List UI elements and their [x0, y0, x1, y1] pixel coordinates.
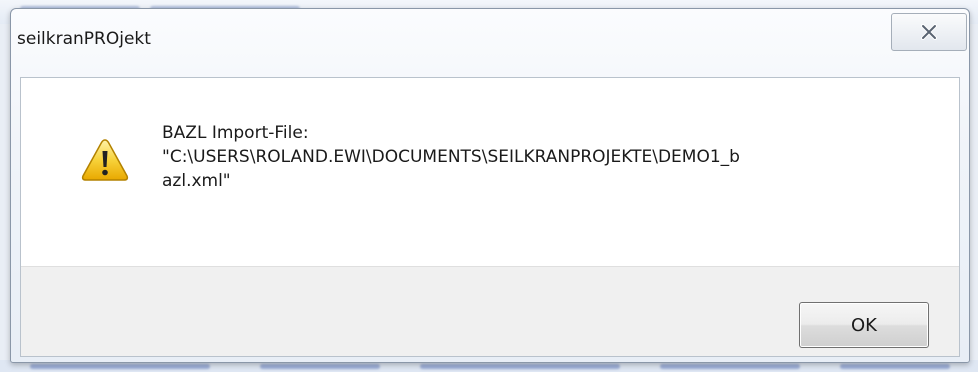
- message-line: BAZL Import-File:: [162, 123, 309, 143]
- warning-icon: [81, 139, 129, 181]
- title-bar[interactable]: seilkranPROjekt: [11, 9, 969, 77]
- message-area: BAZL Import-File: "C:\USERS\ROLAND.EWI\D…: [21, 78, 959, 266]
- close-icon: [921, 24, 937, 40]
- background-blur: [840, 364, 950, 369]
- message-dialog: seilkranPROjekt BAZL Import-File: "C:\US…: [10, 8, 970, 363]
- dialog-title: seilkranPROjekt: [17, 29, 151, 49]
- message-text: BAZL Import-File: "C:\USERS\ROLAND.EWI\D…: [162, 121, 922, 193]
- dialog-content: BAZL Import-File: "C:\USERS\ROLAND.EWI\D…: [20, 77, 960, 357]
- ok-button[interactable]: OK: [799, 302, 929, 348]
- background-blur: [660, 364, 800, 369]
- close-button[interactable]: [891, 13, 967, 51]
- background-blur: [260, 364, 380, 369]
- background-blur: [420, 364, 620, 369]
- button-area: OK: [21, 266, 959, 356]
- screen: seilkranPROjekt BAZL Import-File: "C:\US…: [0, 0, 978, 372]
- message-line: "C:\USERS\ROLAND.EWI\DOCUMENTS\SEILKRANP…: [162, 147, 740, 167]
- background-blur: [30, 364, 210, 369]
- message-line: azl.xml": [162, 171, 231, 191]
